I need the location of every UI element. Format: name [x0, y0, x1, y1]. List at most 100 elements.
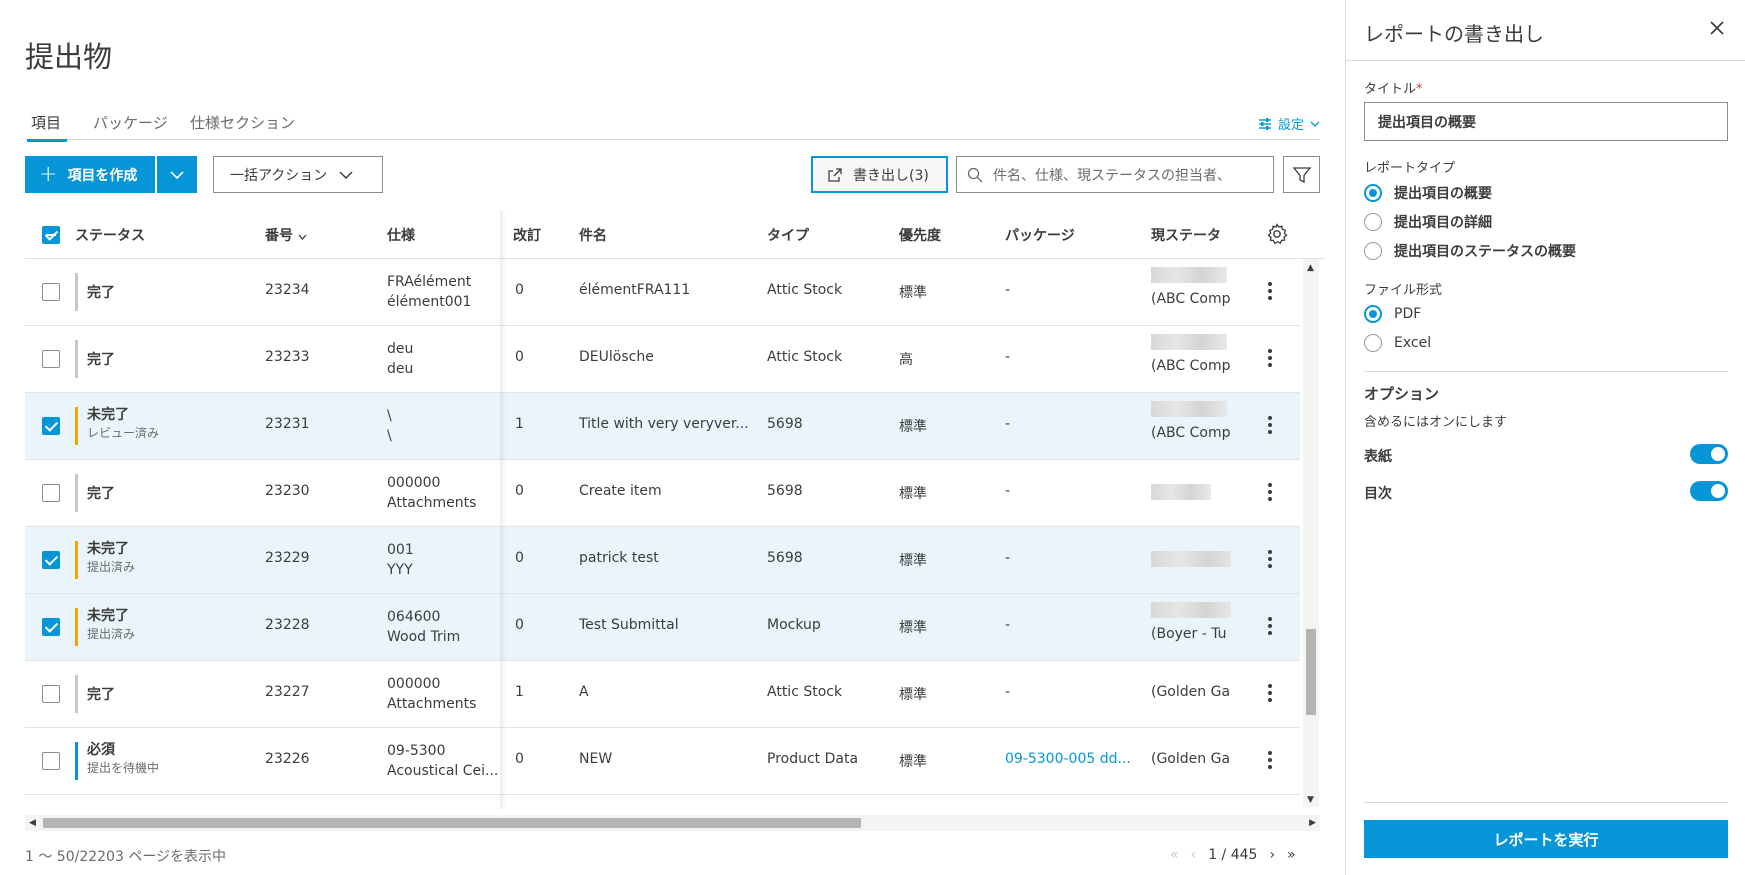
- spec-name: deu: [387, 361, 414, 377]
- tab-spec-sections[interactable]: 仕様セクション: [190, 112, 295, 133]
- col-priority[interactable]: 優先度: [899, 225, 941, 245]
- scroll-right-icon[interactable]: ▶: [1309, 818, 1316, 828]
- radio-report-detail[interactable]: 提出項目の詳細: [1364, 212, 1492, 232]
- filter-button[interactable]: [1283, 156, 1320, 193]
- prev-page-icon[interactable]: ‹: [1191, 847, 1197, 863]
- number-cell: 23226: [265, 751, 310, 767]
- row-menu-button[interactable]: [1266, 614, 1274, 638]
- scroll-down-icon[interactable]: ▼: [1307, 795, 1314, 805]
- radio-report-summary[interactable]: 提出項目の概要: [1364, 183, 1492, 203]
- column-settings-button[interactable]: [1266, 223, 1288, 249]
- row-menu-button[interactable]: [1266, 346, 1274, 370]
- next-page-icon[interactable]: ›: [1269, 847, 1275, 863]
- last-page-icon[interactable]: »: [1287, 847, 1296, 863]
- create-item-button[interactable]: + 項目を作成: [25, 156, 155, 193]
- row-checkbox[interactable]: [42, 350, 60, 368]
- col-status[interactable]: ステータス: [75, 225, 145, 245]
- subject-cell[interactable]: A: [579, 684, 759, 700]
- col-type[interactable]: タイプ: [767, 225, 809, 245]
- create-dropdown-button[interactable]: [157, 156, 197, 193]
- bulk-actions-button[interactable]: 一括アクション: [213, 156, 383, 193]
- option-cover-label: 表紙: [1364, 449, 1392, 465]
- row-checkbox[interactable]: [42, 752, 60, 770]
- row-checkbox[interactable]: [42, 685, 60, 703]
- revision-cell: 0: [515, 550, 524, 566]
- col-current[interactable]: 現ステータ: [1151, 225, 1231, 245]
- run-report-button[interactable]: レポートを実行: [1364, 820, 1728, 858]
- row-menu-button[interactable]: [1266, 681, 1274, 705]
- scroll-left-icon[interactable]: ◀: [29, 818, 36, 828]
- spec-cell: deu deu: [387, 339, 413, 379]
- first-page-icon[interactable]: «: [1170, 847, 1179, 863]
- current-cell: (Golden Ga: [1151, 684, 1231, 700]
- table-row[interactable]: 未完了 提出済み 23228 064600 Wood Trim 0 Test Sub…: [25, 594, 1300, 661]
- table-row[interactable]: 完了 23234 FRAélément élément001 0 élémentF…: [25, 259, 1300, 326]
- horizontal-scrollbar[interactable]: ◀ ▶: [25, 815, 1320, 831]
- status-text: 完了: [87, 352, 115, 368]
- radio-format-excel[interactable]: Excel: [1364, 334, 1431, 352]
- substatus-text: レビュー済み: [87, 426, 160, 440]
- table-row[interactable]: 未完了 レビュー済み 23231 \ \ 1 Title with very ver…: [25, 393, 1300, 460]
- col-subject[interactable]: 件名: [579, 225, 607, 245]
- row-checkbox[interactable]: [42, 283, 60, 301]
- table-row[interactable]: 必須 提出を待機中 23226 09-5300 Acoustical Cei... …: [25, 728, 1300, 795]
- row-checkbox[interactable]: [42, 618, 60, 636]
- row-menu-button[interactable]: [1266, 748, 1274, 772]
- subject-cell[interactable]: Test Submittal: [579, 617, 759, 633]
- option-cover-toggle[interactable]: [1690, 444, 1728, 464]
- vertical-scrollbar[interactable]: ▲ ▼: [1303, 259, 1319, 807]
- radio-dot: [1364, 213, 1382, 231]
- status-text: 完了: [87, 486, 115, 502]
- table-row[interactable]: 完了 23230 000000 Attachments 0 Create item…: [25, 460, 1300, 527]
- substatus-text: 提出済み: [87, 560, 136, 574]
- col-spec[interactable]: 仕様: [387, 225, 415, 245]
- package-link[interactable]: 09-5300-005 dd...: [1005, 751, 1135, 767]
- scroll-up-icon[interactable]: ▲: [1307, 263, 1314, 273]
- subject-cell[interactable]: Create item: [579, 483, 759, 499]
- row-checkbox[interactable]: [42, 484, 60, 502]
- spec-name: YYY: [387, 562, 413, 578]
- package-cell: -: [1005, 282, 1011, 298]
- row-menu-button[interactable]: [1266, 413, 1274, 437]
- tab-items[interactable]: 項目: [26, 112, 68, 142]
- subject-cell[interactable]: Title with very veryver...: [579, 416, 759, 432]
- row-menu-button[interactable]: [1266, 547, 1274, 571]
- row-menu-button[interactable]: [1266, 279, 1274, 303]
- radio-report-status-summary[interactable]: 提出項目のステータスの概要: [1364, 241, 1576, 261]
- radio-format-pdf[interactable]: PDF: [1364, 305, 1421, 323]
- radio-dot: [1364, 305, 1382, 323]
- subject-cell[interactable]: élémentFRA111: [579, 282, 759, 298]
- export-button[interactable]: 書き出し(3): [811, 156, 948, 193]
- search-input[interactable]: 件名、仕様、現ステータスの担当者、: [956, 156, 1274, 193]
- table-row[interactable]: 完了 23227 000000 Attachments 1 A Attic Sto…: [25, 661, 1300, 728]
- row-checkbox[interactable]: [42, 417, 60, 435]
- row-menu-button[interactable]: [1266, 480, 1274, 504]
- spec-cell: \ \: [387, 406, 392, 446]
- option-cover-row: 表紙: [1364, 444, 1728, 466]
- spec-cell: 09-5300 Acoustical Cei...: [387, 741, 507, 781]
- col-number[interactable]: 番号: [265, 225, 307, 245]
- col-package[interactable]: パッケージ: [1005, 225, 1075, 245]
- table-row[interactable]: 完了 23233 deu deu 0 DEUlösche Attic Stock …: [25, 326, 1300, 393]
- table-row[interactable]: 必須 09-5300: [25, 795, 1300, 797]
- row-checkbox[interactable]: [42, 551, 60, 569]
- col-revision[interactable]: 改訂: [513, 225, 541, 245]
- current-cell: (ABC Comp: [1151, 401, 1231, 443]
- close-button[interactable]: [1707, 18, 1727, 38]
- status-text: 未完了: [87, 407, 129, 423]
- tab-packages[interactable]: パッケージ: [93, 112, 168, 133]
- settings-link[interactable]: 設定: [1258, 114, 1320, 133]
- subject-cell[interactable]: patrick test: [579, 550, 759, 566]
- vertical-scroll-thumb[interactable]: [1306, 629, 1316, 715]
- package-cell: -: [1005, 349, 1011, 365]
- subject-cell[interactable]: NEW: [579, 751, 759, 767]
- horizontal-scroll-thumb[interactable]: [43, 818, 861, 828]
- select-all-checkbox[interactable]: [42, 226, 60, 244]
- table-row[interactable]: 未完了 提出済み 23229 001 YYY 0 patrick test 5698…: [25, 527, 1300, 594]
- bulk-actions-label: 一括アクション: [230, 167, 328, 184]
- report-title-input[interactable]: 提出項目の概要: [1364, 102, 1728, 141]
- toolbar: + 項目を作成 一括アクション 書き出し(3) 件名、仕様、現ステータスの担当者…: [25, 156, 1320, 194]
- radio-label: PDF: [1394, 306, 1422, 322]
- option-toc-toggle[interactable]: [1690, 481, 1728, 501]
- subject-cell[interactable]: DEUlösche: [579, 349, 759, 365]
